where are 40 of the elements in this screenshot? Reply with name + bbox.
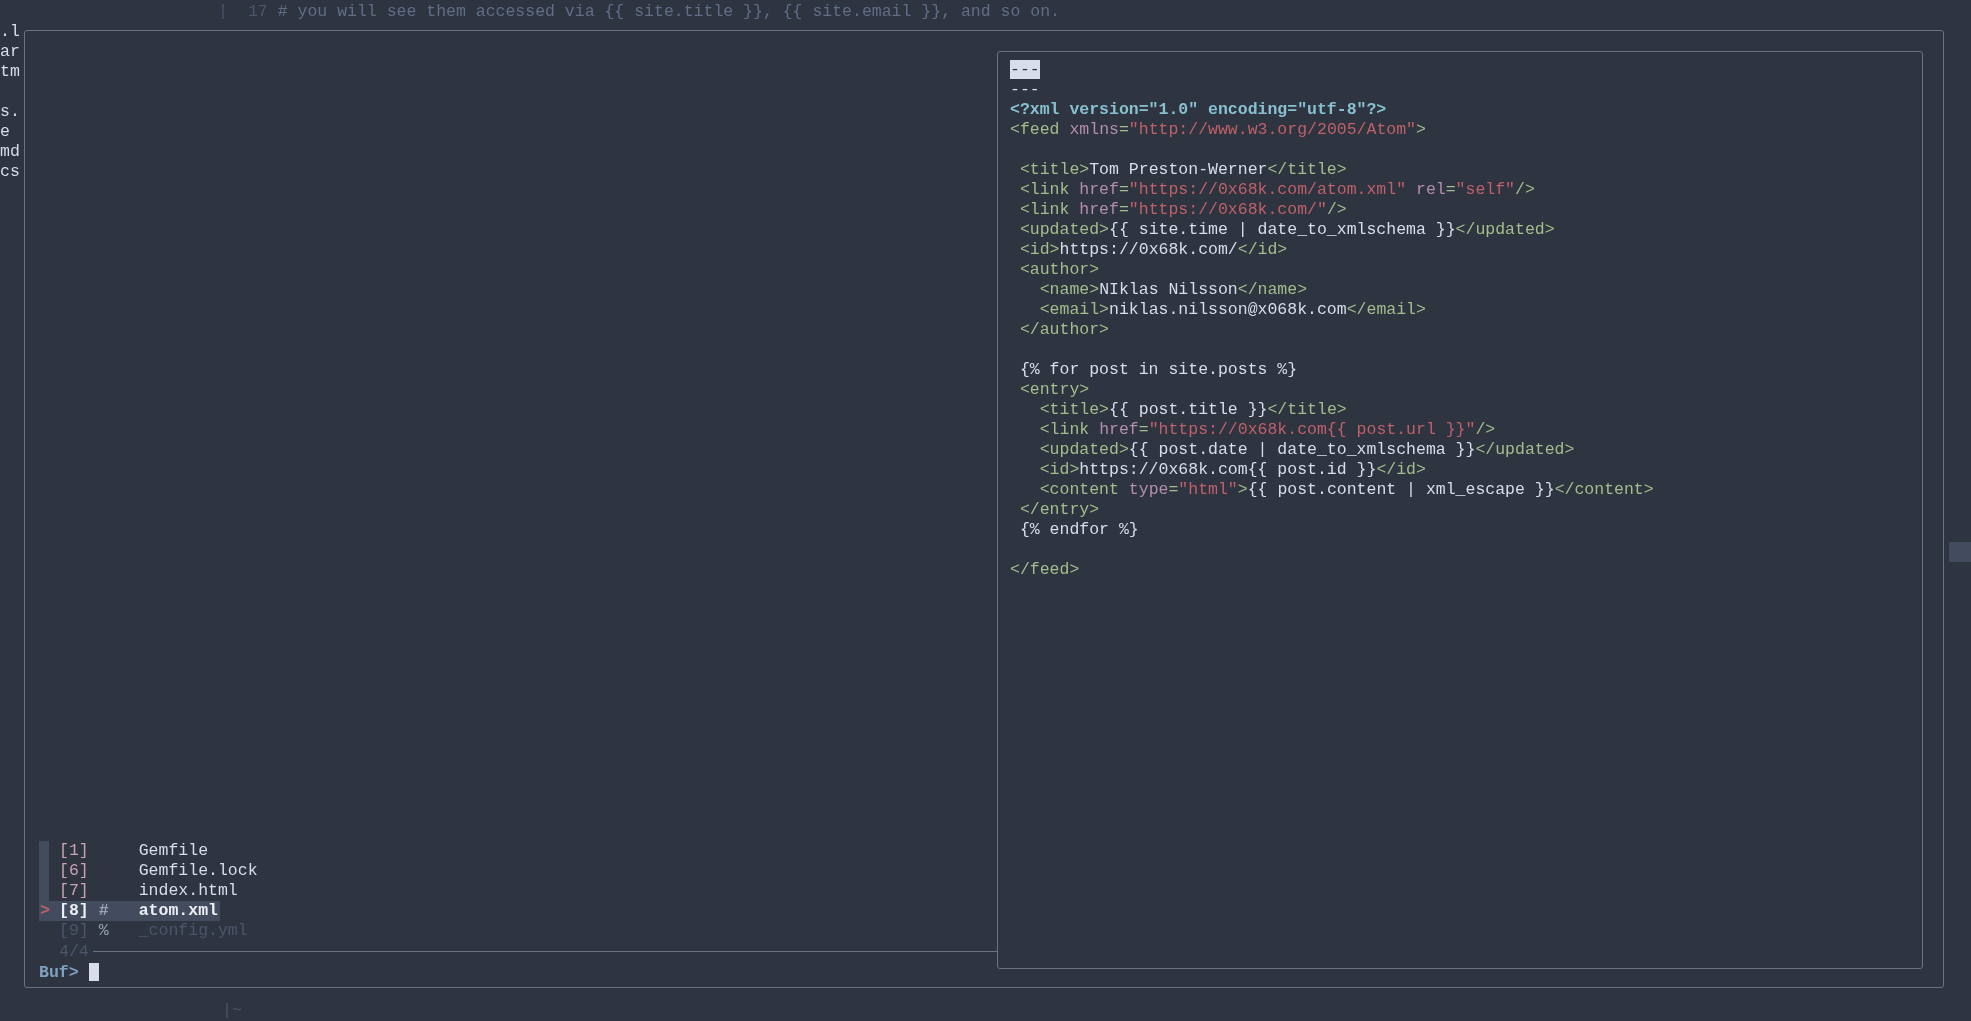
buffer-item[interactable]: [8] # atom.xml [49,901,220,921]
code-line: <updated>{{ site.time | date_to_xmlschema }}</updated> [1018,220,1556,240]
code-line: <name>NIklas Nilsson</name> [1038,280,1309,300]
code-line: <link href="https://0x68k.com/"/> [1018,200,1348,220]
code-line: </feed> [1010,560,1081,580]
code-line: <?xml version="1.0" encoding="utf-8"?> [1010,100,1388,120]
buffer-item[interactable]: [7] index.html [49,881,240,901]
code-line: <link href="https://0x68k.com{{ post.url }}"/> [1038,420,1497,440]
code-line: <feed xmlns="http://www.w3.org/2005/Atom"> [1010,120,1427,140]
code-line: --- [1010,80,1041,100]
code-line: <entry> [1018,380,1091,400]
code-comment: # you will see them accessed via {{ site.title }}, {{ site.email }}, and so on. [277,1,1060,21]
buffer-item[interactable]: [6] Gemfile.lock [49,861,260,881]
code-line: <author> [1018,260,1101,280]
code-line: {% endfor %} [1018,520,1140,540]
code-line: <link href="https://0x68k.com/atom.xml" rel="self"/> [1018,180,1536,200]
code-line: <id>https://0x68k.com/</id> [1018,240,1289,260]
file-name-fragment: s. [0,102,21,122]
file-name-fragment: tm [0,62,21,82]
code-line: <email>niklas.nilsson@x068k.com</email> [1038,300,1427,320]
buffer-item[interactable]: [1] Gemfile [49,841,211,861]
file-name-fragment: md [0,142,21,162]
empty-line-marker: |~ [222,1000,242,1020]
code-line: <title>{{ post.title }}</title> [1038,400,1348,420]
code-line: {% for post in site.posts %} [1018,360,1299,380]
code-line: </entry> [1018,500,1101,520]
code-line: <title>Tom Preston-Werner</title> [1018,160,1348,180]
selection-pointer: > [40,901,50,921]
code-line: </author> [1018,320,1111,340]
code-line: <content type="html">{{ post.content | xml_escape }}</content> [1038,480,1655,500]
code-line: <id>https://0x68k.com{{ post.id }}</id> [1038,460,1427,480]
code-line: <updated>{{ post.date | date_to_xmlschema }}</updated> [1038,440,1576,460]
file-name-fragment: .l [0,22,21,42]
text-cursor [88,963,99,981]
gutter-separator: | [218,1,228,21]
scrollbar-thumb[interactable] [1949,542,1971,562]
prompt-label: Buf> [39,962,79,982]
file-name-fragment: e [0,122,11,142]
file-name-fragment: cs [0,162,21,182]
file-name-fragment: ar [0,42,21,62]
